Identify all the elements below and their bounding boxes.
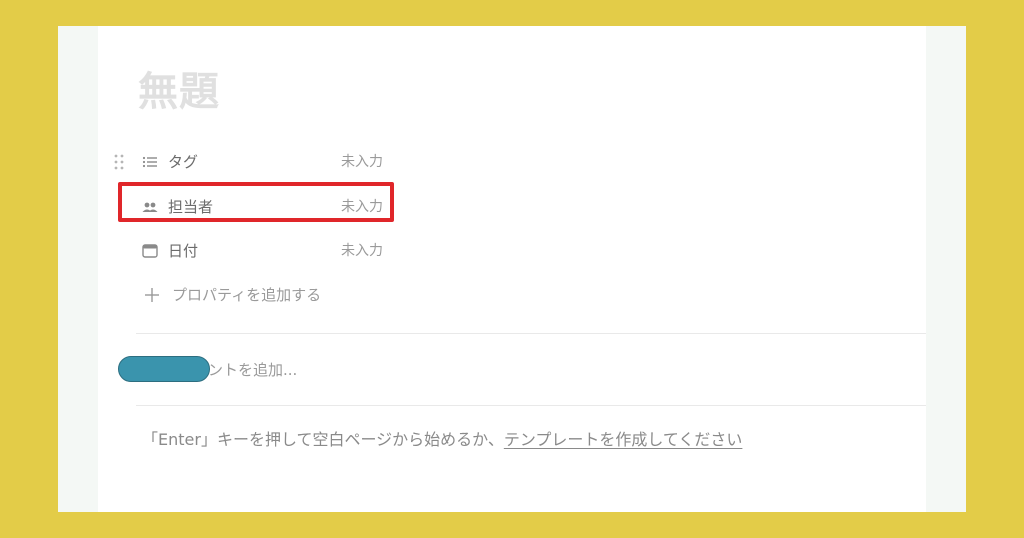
add-property-label: プロパティを追加する [172, 286, 322, 304]
divider [136, 333, 926, 334]
create-template-link[interactable]: テンプレートを作成してください [504, 430, 743, 449]
property-value[interactable]: 未入力 [341, 152, 383, 172]
page-title[interactable]: 無題 [138, 66, 220, 118]
property-value[interactable]: 未入力 [341, 241, 383, 261]
plus-icon [145, 288, 159, 302]
divider [136, 405, 926, 406]
property-name: タグ [168, 153, 199, 171]
drag-handle-icon[interactable] [114, 153, 124, 171]
highlight-annotation [118, 182, 394, 222]
hint-text: 「Enter」キーを押して空白ページから始めるか、 [142, 430, 504, 449]
property-name: 日付 [168, 242, 199, 260]
redaction-mask [118, 356, 210, 382]
property-row-tag[interactable]: タグ 未入力 [136, 145, 396, 179]
property-row-date[interactable]: 日付 未入力 [136, 234, 396, 268]
empty-page-hint: 「Enter」キーを押して空白ページから始めるか、テンプレートを作成してください [142, 428, 742, 452]
comment-placeholder: ントを追加... [208, 361, 298, 379]
calendar-icon [142, 244, 158, 258]
list-icon [142, 156, 157, 168]
